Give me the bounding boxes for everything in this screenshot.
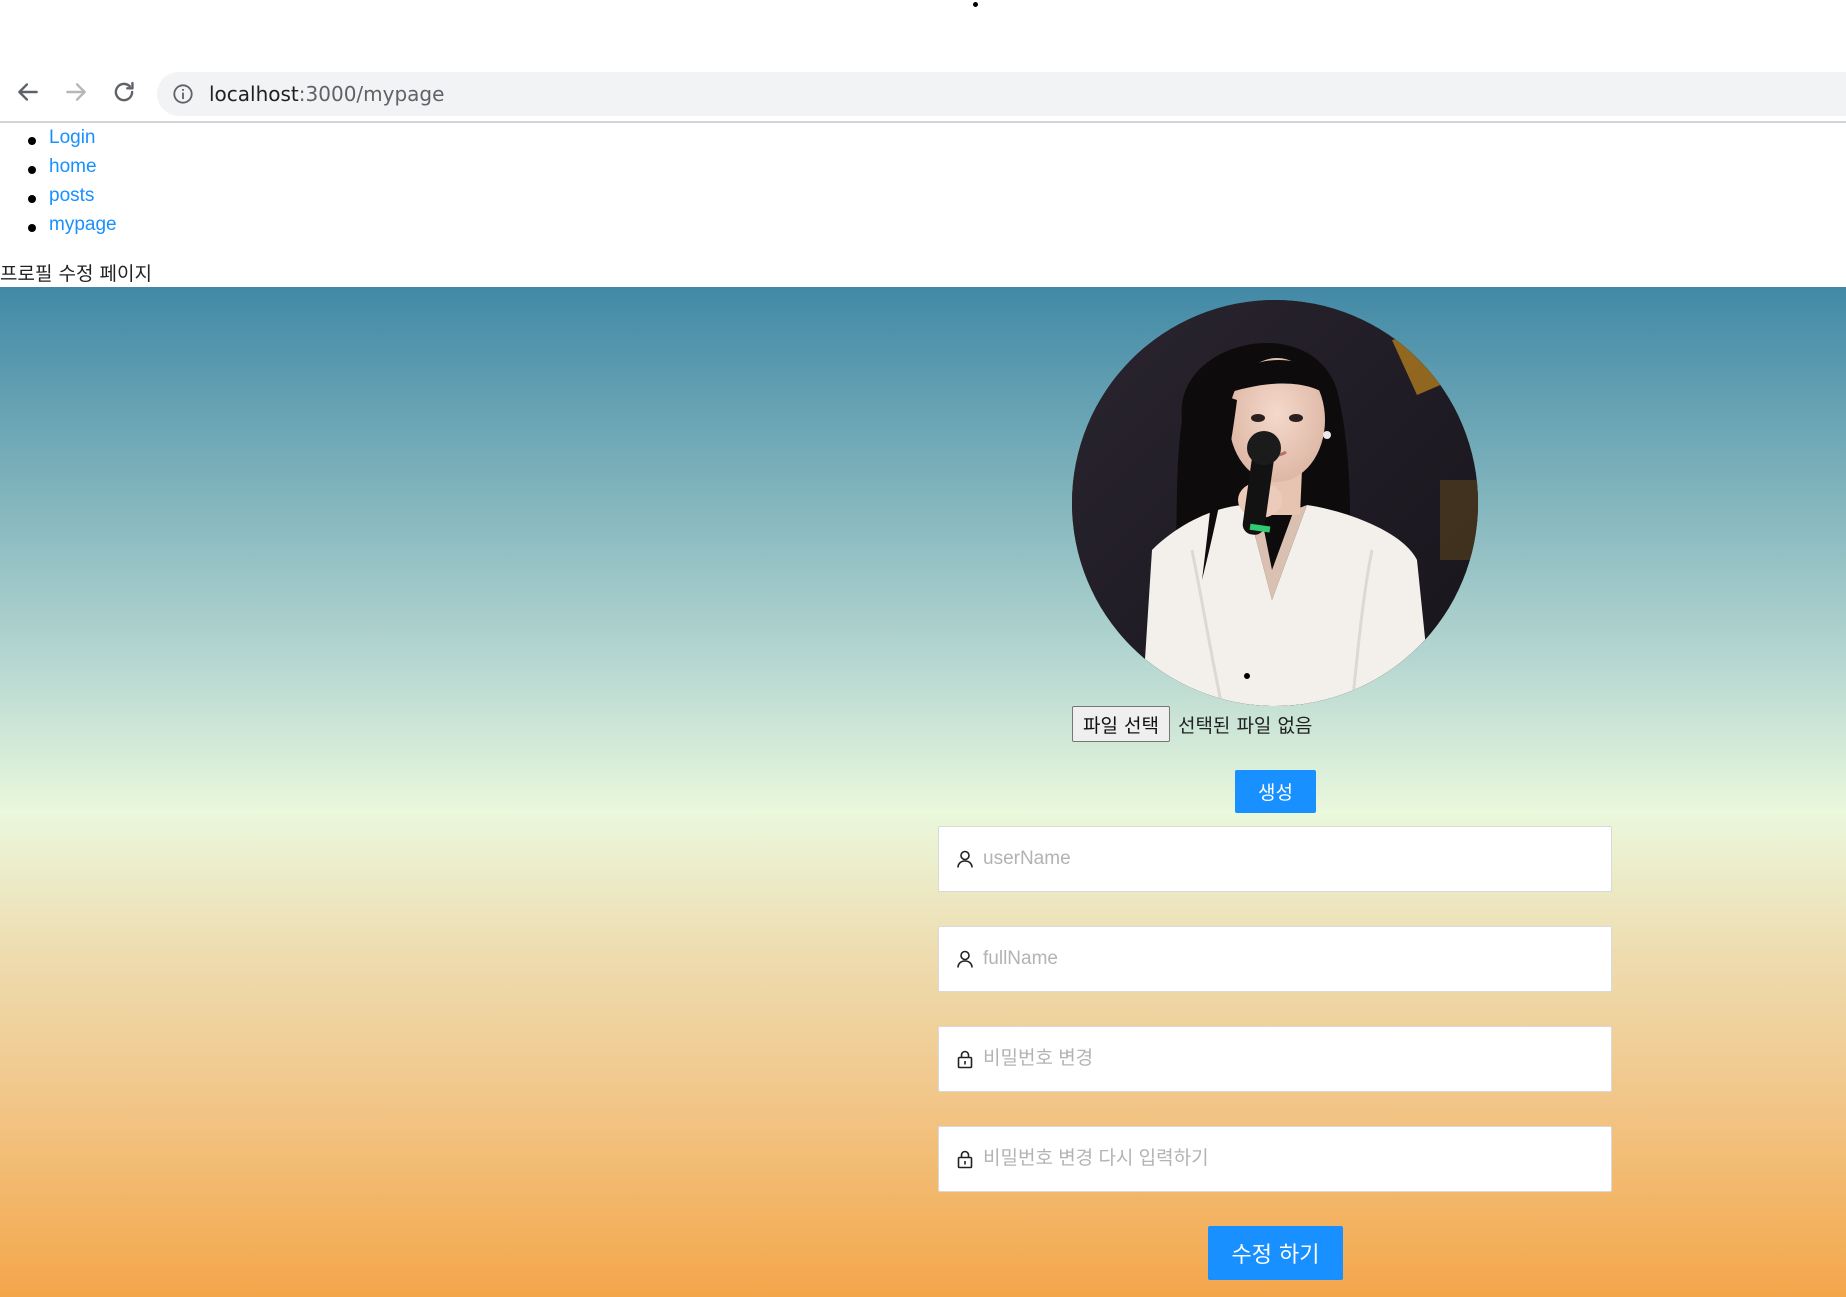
lock-icon bbox=[957, 1050, 973, 1069]
reload-icon bbox=[114, 81, 134, 102]
fullname-input[interactable] bbox=[981, 947, 1585, 971]
submit-button[interactable]: 수정 하기 bbox=[1208, 1226, 1343, 1280]
address-bar[interactable]: localhost:3000/mypage bbox=[157, 72, 1846, 116]
username-input[interactable] bbox=[981, 847, 1585, 871]
password-field[interactable] bbox=[938, 1026, 1612, 1092]
avatar-image bbox=[1072, 300, 1478, 706]
fullname-field[interactable] bbox=[938, 926, 1612, 992]
back-button[interactable] bbox=[10, 74, 46, 110]
nav-link-login[interactable]: Login bbox=[49, 127, 96, 149]
profile-avatar bbox=[1072, 300, 1478, 706]
create-button[interactable]: 생성 bbox=[1235, 770, 1316, 813]
nav-link-posts[interactable]: posts bbox=[49, 185, 94, 207]
info-icon[interactable] bbox=[172, 83, 194, 105]
choose-file-button[interactable]: 파일 선택 bbox=[1072, 706, 1170, 742]
forward-button[interactable] bbox=[58, 74, 94, 110]
arrow-left-icon bbox=[18, 83, 38, 101]
nav-link-home[interactable]: home bbox=[49, 156, 97, 178]
avatar-dot bbox=[1244, 673, 1250, 679]
file-status-text: 선택된 파일 없음 bbox=[1177, 714, 1313, 737]
lock-icon bbox=[957, 1150, 973, 1169]
username-field[interactable] bbox=[938, 826, 1612, 892]
url-host: localhost bbox=[209, 82, 299, 106]
nav-link-mypage[interactable]: mypage bbox=[49, 214, 117, 236]
password-confirm-field[interactable] bbox=[938, 1126, 1612, 1192]
user-icon bbox=[957, 950, 973, 968]
reload-button[interactable] bbox=[106, 74, 142, 110]
user-icon bbox=[957, 850, 973, 868]
arrow-right-icon bbox=[66, 83, 86, 101]
toolbar-dot bbox=[973, 2, 978, 7]
page-title: 프로필 수정 페이지 bbox=[0, 263, 152, 285]
password-confirm-input[interactable] bbox=[981, 1147, 1585, 1171]
browser-toolbar: localhost:3000/mypage bbox=[0, 0, 1846, 123]
file-input[interactable]: 파일 선택 선택된 파일 없음 bbox=[1072, 705, 1312, 743]
password-input[interactable] bbox=[981, 1047, 1585, 1071]
url-text: localhost:3000/mypage bbox=[209, 82, 444, 106]
url-path: :3000/mypage bbox=[298, 82, 445, 106]
